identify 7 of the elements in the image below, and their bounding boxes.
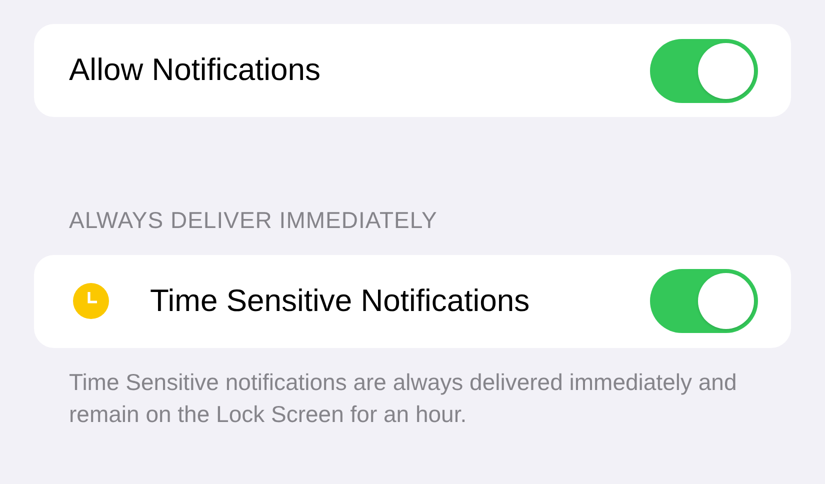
setting-label: Allow Notifications xyxy=(69,51,321,90)
toggle-knob xyxy=(698,273,754,329)
setting-label: Time Sensitive Notifications xyxy=(150,282,531,320)
toggle-knob xyxy=(698,42,754,98)
section-header: ALWAYS DELIVER IMMEDIATELY xyxy=(69,206,438,235)
clock-icon xyxy=(73,283,109,319)
section-footer: Time Sensitive notifications are always delivered immediately and remain on the Lock Screen for an hour. xyxy=(69,366,749,430)
